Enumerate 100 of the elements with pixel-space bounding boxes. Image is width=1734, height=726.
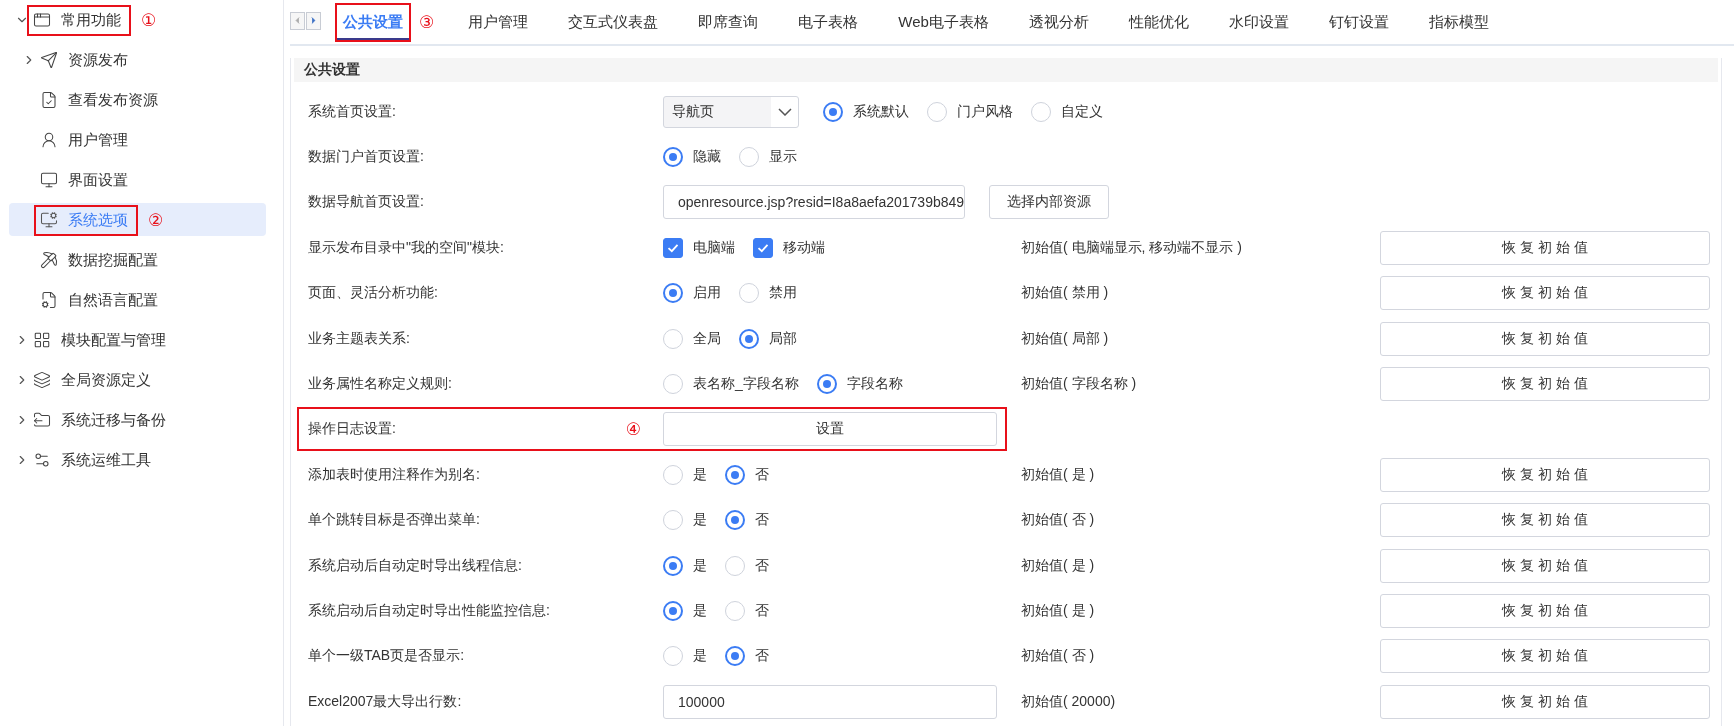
initial-value-text: 初始值( 20000) — [1021, 692, 1117, 711]
option-label: 显示 — [769, 148, 797, 167]
sidebar-item[interactable]: 系统运维工具 — [61, 450, 151, 470]
pickaxe-icon — [40, 251, 58, 269]
initial-value-text: 初始值( 禁用 ) — [1021, 284, 1110, 303]
sidebar-item[interactable]: 用户管理 — [68, 130, 128, 150]
option-label: 局部 — [769, 329, 797, 348]
restore-default-button[interactable]: 恢 复 初 始 值 — [1380, 503, 1710, 538]
sidebar-item[interactable]: 数据挖掘配置 — [68, 250, 158, 270]
input-field[interactable]: openresource.jsp?resid=I8a8aefa201739b849 — [663, 185, 966, 220]
setting-label: 数据导航首页设置: — [308, 193, 424, 212]
radio-button[interactable] — [663, 283, 683, 304]
sidebar-item[interactable]: 常用功能 — [61, 10, 121, 30]
layers-icon — [33, 371, 51, 389]
monitor-gear-icon — [40, 211, 58, 229]
restore-default-button[interactable]: 恢 复 初 始 值 — [1380, 230, 1710, 265]
radio-button[interactable] — [739, 328, 759, 349]
select-field[interactable]: 导航页 — [663, 95, 799, 128]
scroll-right-button[interactable] — [306, 11, 321, 30]
option-label: 电脑端 — [693, 238, 735, 257]
restore-default-button[interactable]: 恢 复 初 始 值 — [1380, 684, 1710, 719]
tab[interactable]: 钉钉设置 — [1320, 2, 1397, 42]
sidebar-item[interactable]: 自然语言配置 — [68, 290, 158, 310]
annotation-number: ① — [141, 9, 157, 31]
initial-value-text: 初始值( 是 ) — [1021, 602, 1096, 620]
restore-default-button[interactable]: 恢 复 初 始 值 — [1380, 321, 1710, 356]
restore-default-button[interactable]: 恢 复 初 始 值 — [1380, 594, 1710, 628]
radio-button[interactable] — [823, 101, 843, 122]
tab[interactable]: 透视分析 — [1020, 2, 1097, 42]
initial-value-text: 初始值( 是 ) — [1021, 465, 1096, 484]
setting-label: 显示发布目录中"我的空间"模块: — [308, 238, 504, 257]
tab[interactable]: 指标模型 — [1420, 2, 1497, 42]
restore-default-button[interactable]: 恢 复 初 始 值 — [1380, 548, 1710, 583]
option-label: 全局 — [693, 329, 721, 348]
select-resource-button[interactable]: 选择内部资源 — [989, 185, 1110, 220]
sidebar-item[interactable]: 界面设置 — [68, 170, 128, 190]
sidebar-item[interactable]: 资源发布 — [68, 50, 128, 70]
tab[interactable]: 水印设置 — [1220, 2, 1297, 42]
user-icon — [40, 131, 58, 149]
setting-label: 操作日志设置: — [308, 420, 396, 439]
initial-value-text: 初始值( 局部 ) — [1021, 329, 1110, 348]
window-icon — [33, 11, 51, 29]
setting-label: 业务属性名称定义规则: — [308, 375, 452, 394]
option-label: 是 — [693, 556, 707, 575]
initial-value-text: 初始值( 电脑端显示, 移动端不显示 ) — [1021, 238, 1243, 257]
initial-value-text: 初始值( 否 ) — [1021, 647, 1096, 666]
restore-default-button[interactable]: 恢 复 初 始 值 — [1380, 276, 1710, 311]
option-label: 否 — [755, 511, 769, 530]
radio-button[interactable] — [725, 464, 745, 485]
option-label: 启用 — [693, 284, 721, 303]
option-label: 表名称_字段名称 — [693, 375, 799, 394]
restore-default-button[interactable]: 恢 复 初 始 值 — [1380, 367, 1710, 402]
setting-label: Excel2007最大导出行数: — [308, 692, 462, 711]
radio-button[interactable] — [816, 374, 837, 395]
input-field[interactable]: 100000 — [663, 684, 997, 719]
option-label: 字段名称 — [846, 375, 903, 394]
setting-label: 业务主题表关系: — [308, 329, 410, 348]
tab[interactable]: Web电子表格 — [890, 2, 997, 42]
paper-plane-icon — [40, 51, 58, 69]
monitor-icon — [40, 171, 58, 189]
radio-button[interactable] — [663, 601, 683, 621]
document-check-icon — [40, 91, 58, 109]
initial-value-text: 初始值( 否 ) — [1021, 511, 1096, 530]
setting-label: 系统启动后自动定时导出线程信息: — [308, 556, 522, 575]
setting-label: 单个跳转目标是否弹出菜单: — [308, 511, 480, 530]
tab[interactable]: 性能优化 — [1120, 2, 1197, 42]
option-label: 禁用 — [769, 284, 797, 303]
initial-value-text: 初始值( 字段名称 ) — [1021, 375, 1138, 394]
tab[interactable]: 交互式仪表盘 — [560, 2, 667, 42]
sidebar-item[interactable]: 查看发布资源 — [68, 90, 158, 110]
radio-button[interactable] — [663, 147, 683, 168]
tab[interactable]: 电子表格 — [790, 2, 867, 42]
scroll-left-button[interactable] — [290, 11, 305, 30]
option-label: 是 — [693, 511, 707, 530]
restore-default-button[interactable]: 恢 复 初 始 值 — [1380, 639, 1710, 674]
tab[interactable]: 公共设置 — [335, 2, 411, 42]
grid-icon — [33, 331, 51, 349]
annotation-number: ④ — [625, 418, 641, 440]
option-label: 是 — [693, 602, 707, 620]
checkbox[interactable] — [663, 237, 683, 258]
checkbox[interactable] — [753, 237, 773, 258]
sidebar-item[interactable]: 全局资源定义 — [61, 370, 151, 390]
radio-button[interactable] — [663, 555, 683, 576]
radio-button[interactable] — [725, 510, 745, 531]
tab[interactable]: 即席查询 — [690, 2, 767, 42]
settings-button[interactable]: 设置 — [663, 412, 997, 447]
option-label: 否 — [755, 556, 769, 575]
option-label: 自定义 — [1061, 102, 1103, 121]
tab[interactable]: 用户管理 — [460, 2, 537, 42]
document-gear-icon — [40, 291, 58, 309]
folder-arrow-icon — [33, 411, 51, 429]
radio-button[interactable] — [725, 646, 745, 667]
section-header: 公共设置 — [294, 58, 1718, 82]
option-label: 否 — [755, 647, 769, 666]
setting-label: 页面、灵活分析功能: — [308, 284, 438, 303]
sidebar-item[interactable]: 系统迁移与备份 — [61, 410, 166, 430]
restore-default-button[interactable]: 恢 复 初 始 值 — [1380, 457, 1710, 492]
sidebar-item[interactable]: 模块配置与管理 — [61, 330, 166, 350]
option-label: 是 — [693, 465, 707, 484]
chevron-down-icon — [778, 107, 792, 116]
